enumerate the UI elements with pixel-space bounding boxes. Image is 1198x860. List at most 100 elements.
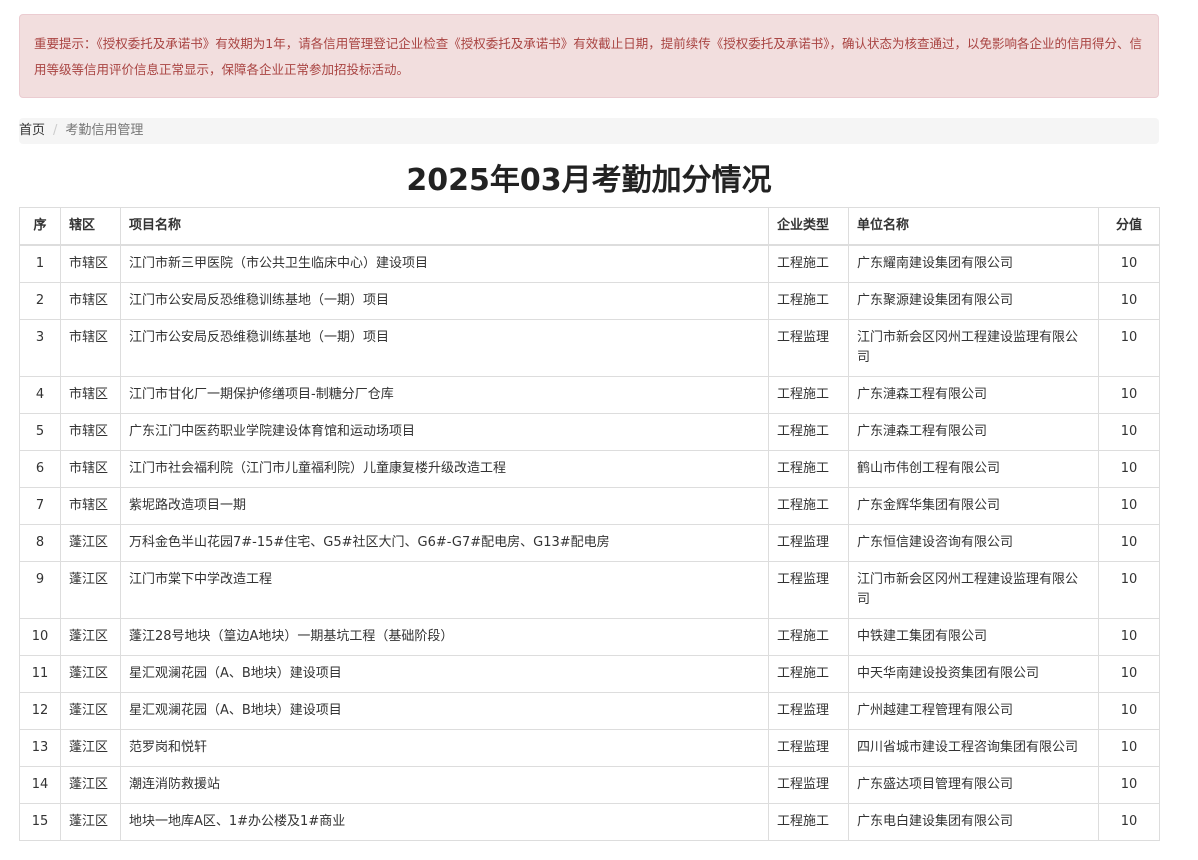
row-company: 广东漣森工程有限公司 xyxy=(848,413,1099,451)
row-district: 蓬江区 xyxy=(60,618,121,656)
notice-text: 重要提示：《授权委托及承诺书》有效期为1年，请各信用管理登记企业检查《授权委托及… xyxy=(34,36,1142,77)
header-district: 辖区 xyxy=(60,207,121,246)
row-district: 市辖区 xyxy=(60,376,121,414)
row-type: 工程监理 xyxy=(768,766,849,804)
header-type: 企业类型 xyxy=(768,207,849,246)
row-score: 10 xyxy=(1098,655,1160,693)
table-row: 15 蓬江区 地块一地库A区、1#办公楼及1#商业 工程施工 广东电白建设集团有限公司 1… xyxy=(19,803,1160,841)
table-row: 5 市辖区 广东江门中医药职业学院建设体育馆和运动场项目 工程施工 广东漣森工程有限公司… xyxy=(19,413,1160,451)
row-type: 工程监理 xyxy=(768,524,849,562)
row-index: 1 xyxy=(19,244,61,283)
row-company: 广东电白建设集团有限公司 xyxy=(848,803,1099,841)
row-project: 星汇观澜花园（A、B地块）建设项目 xyxy=(120,655,769,693)
row-score: 10 xyxy=(1098,561,1160,619)
row-index: 2 xyxy=(19,282,61,320)
attendance-score-table: 序 辖区 项目名称 企业类型 单位名称 分值 1 市辖区 江门市新三甲医院（市公共卫… xyxy=(19,207,1160,841)
row-district: 市辖区 xyxy=(60,282,121,320)
row-district: 市辖区 xyxy=(60,487,121,525)
row-district: 蓬江区 xyxy=(60,524,121,562)
row-district: 蓬江区 xyxy=(60,803,121,841)
table-row: 14 蓬江区 潮连消防救援站 工程监理 广东盛达项目管理有限公司 10 xyxy=(19,766,1160,804)
row-index: 14 xyxy=(19,766,61,804)
row-score: 10 xyxy=(1098,766,1160,804)
row-type: 工程施工 xyxy=(768,376,849,414)
row-project: 星汇观澜花园（A、B地块）建设项目 xyxy=(120,692,769,730)
table-row: 3 市辖区 江门市公安局反恐维稳训练基地（一期）项目 工程监理 江门市新会区冈州工程建设… xyxy=(19,319,1160,377)
row-index: 11 xyxy=(19,655,61,693)
row-type: 工程施工 xyxy=(768,655,849,693)
table-row: 1 市辖区 江门市新三甲医院（市公共卫生临床中心）建设项目 工程施工 广东耀南建设集团有… xyxy=(19,244,1160,283)
row-type: 工程监理 xyxy=(768,319,849,377)
row-index: 8 xyxy=(19,524,61,562)
table-row: 12 蓬江区 星汇观澜花园（A、B地块）建设项目 工程监理 广州越建工程管理有限公司 10 xyxy=(19,692,1160,730)
row-type: 工程施工 xyxy=(768,450,849,488)
row-score: 10 xyxy=(1098,487,1160,525)
row-score: 10 xyxy=(1098,282,1160,320)
row-index: 13 xyxy=(19,729,61,767)
row-company: 广东漣森工程有限公司 xyxy=(848,376,1099,414)
row-score: 10 xyxy=(1098,524,1160,562)
row-company: 江门市新会区冈州工程建设监理有限公司 xyxy=(848,561,1099,619)
row-project: 万科金色半山花园7#-15#住宅、G5#社区大门、G6#-G7#配电房、G13#… xyxy=(120,524,769,562)
row-score: 10 xyxy=(1098,729,1160,767)
row-project: 江门市甘化厂一期保护修缮项目-制糖分厂仓库 xyxy=(120,376,769,414)
row-project: 江门市公安局反恐维稳训练基地（一期）项目 xyxy=(120,319,769,377)
row-project: 江门市公安局反恐维稳训练基地（一期）项目 xyxy=(120,282,769,320)
row-company: 广东耀南建设集团有限公司 xyxy=(848,244,1099,283)
row-score: 10 xyxy=(1098,618,1160,656)
row-company: 广东聚源建设集团有限公司 xyxy=(848,282,1099,320)
row-company: 广州越建工程管理有限公司 xyxy=(848,692,1099,730)
row-project: 江门市新三甲医院（市公共卫生临床中心）建设项目 xyxy=(120,244,769,283)
row-index: 4 xyxy=(19,376,61,414)
notice-alert: 重要提示：《授权委托及承诺书》有效期为1年，请各信用管理登记企业检查《授权委托及… xyxy=(19,14,1159,98)
breadcrumb-home-link[interactable]: 首页 xyxy=(19,123,45,138)
table-row: 13 蓬江区 范罗岗和悦轩 工程监理 四川省城市建设工程咨询集团有限公司 10 xyxy=(19,729,1160,767)
row-company: 中铁建工集团有限公司 xyxy=(848,618,1099,656)
row-index: 15 xyxy=(19,803,61,841)
row-type: 工程监理 xyxy=(768,692,849,730)
row-company: 广东恒信建设咨询有限公司 xyxy=(848,524,1099,562)
header-company: 单位名称 xyxy=(848,207,1099,246)
row-score: 10 xyxy=(1098,450,1160,488)
row-company: 广东金辉华集团有限公司 xyxy=(848,487,1099,525)
table-row: 6 市辖区 江门市社会福利院（江门市儿童福利院）儿童康复楼升级改造工程 工程施工 鹤山市… xyxy=(19,450,1160,488)
row-type: 工程监理 xyxy=(768,561,849,619)
row-index: 3 xyxy=(19,319,61,377)
row-index: 5 xyxy=(19,413,61,451)
table-row: 9 蓬江区 江门市棠下中学改造工程 工程监理 江门市新会区冈州工程建设监理有限公司 10 xyxy=(19,561,1160,619)
row-score: 10 xyxy=(1098,376,1160,414)
page: 重要提示：《授权委托及承诺书》有效期为1年，请各信用管理登记企业检查《授权委托及… xyxy=(0,0,1198,860)
row-type: 工程施工 xyxy=(768,282,849,320)
row-district: 市辖区 xyxy=(60,319,121,377)
row-project: 地块一地库A区、1#办公楼及1#商业 xyxy=(120,803,769,841)
row-index: 10 xyxy=(19,618,61,656)
row-index: 9 xyxy=(19,561,61,619)
row-type: 工程施工 xyxy=(768,487,849,525)
row-district: 蓬江区 xyxy=(60,655,121,693)
table-row: 8 蓬江区 万科金色半山花园7#-15#住宅、G5#社区大门、G6#-G7#配电房、… xyxy=(19,524,1160,562)
row-company: 鹤山市伟创工程有限公司 xyxy=(848,450,1099,488)
table-header-row: 序 辖区 项目名称 企业类型 单位名称 分值 xyxy=(19,207,1160,246)
row-project: 广东江门中医药职业学院建设体育馆和运动场项目 xyxy=(120,413,769,451)
row-district: 蓬江区 xyxy=(60,561,121,619)
page-title: 2025年03月考勤加分情况 xyxy=(406,163,772,198)
header-index: 序 xyxy=(19,207,61,246)
header-score: 分值 xyxy=(1098,207,1160,246)
table-row: 11 蓬江区 星汇观澜花园（A、B地块）建设项目 工程施工 中天华南建设投资集团有限公司… xyxy=(19,655,1160,693)
row-score: 10 xyxy=(1098,692,1160,730)
row-district: 蓬江区 xyxy=(60,766,121,804)
row-project: 江门市社会福利院（江门市儿童福利院）儿童康复楼升级改造工程 xyxy=(120,450,769,488)
row-index: 12 xyxy=(19,692,61,730)
row-index: 6 xyxy=(19,450,61,488)
breadcrumb-separator: / xyxy=(53,123,58,138)
row-score: 10 xyxy=(1098,319,1160,377)
row-type: 工程监理 xyxy=(768,729,849,767)
row-project: 范罗岗和悦轩 xyxy=(120,729,769,767)
table-row: 10 蓬江区 蓬江28号地块（篁边A地块）一期基坑工程（基础阶段） 工程施工 中铁建工集… xyxy=(19,618,1160,656)
row-type: 工程施工 xyxy=(768,413,849,451)
row-company: 中天华南建设投资集团有限公司 xyxy=(848,655,1099,693)
row-district: 蓬江区 xyxy=(60,692,121,730)
row-score: 10 xyxy=(1098,244,1160,283)
row-project: 紫坭路改造项目一期 xyxy=(120,487,769,525)
row-district: 市辖区 xyxy=(60,244,121,283)
